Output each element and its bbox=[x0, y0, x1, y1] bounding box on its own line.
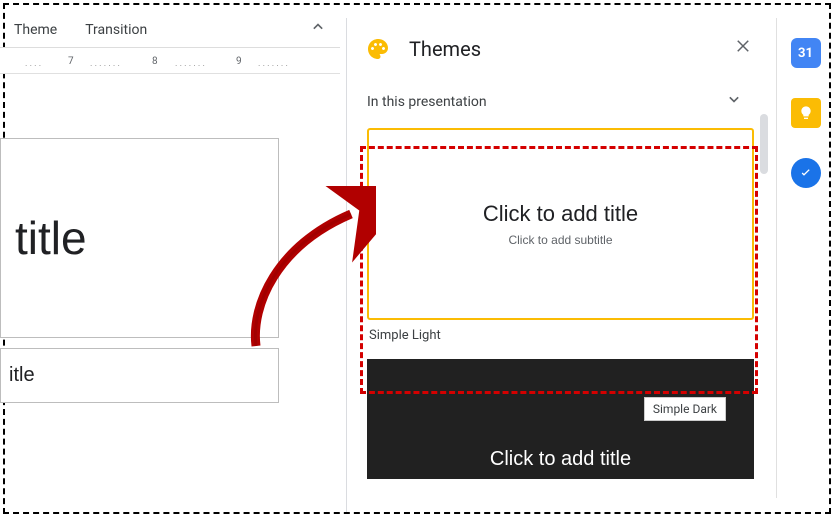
ruler-tick-label: 8 bbox=[152, 56, 158, 67]
calendar-icon[interactable]: 31 bbox=[791, 38, 821, 68]
theme-preview-subtitle: Click to add subtitle bbox=[508, 233, 612, 247]
theme-tooltip: Simple Dark bbox=[644, 397, 726, 421]
palette-icon bbox=[365, 36, 391, 62]
ruler-tick-label: 9 bbox=[236, 56, 242, 67]
themes-panel-header: Themes bbox=[347, 18, 774, 79]
slide-title-placeholder[interactable]: title bbox=[0, 138, 279, 338]
theme-name-label: Simple Light bbox=[367, 320, 754, 345]
side-rail: 31 bbox=[776, 18, 834, 498]
scrollbar-thumb[interactable] bbox=[760, 114, 768, 174]
theme-list: Click to add title Click to add subtitle… bbox=[347, 128, 774, 508]
theme-preview-title: Click to add title bbox=[490, 448, 631, 471]
horizontal-ruler: 7 8 9 · · · · · · · · · · · · · · · · · … bbox=[0, 48, 340, 74]
theme-preview: Simple Dark Click to add title bbox=[367, 359, 754, 479]
theme-card-simple-dark[interactable]: Simple Dark Click to add title bbox=[367, 359, 754, 479]
keep-icon[interactable] bbox=[791, 98, 821, 128]
themes-panel-title: Themes bbox=[409, 37, 481, 61]
theme-preview: Click to add title Click to add subtitle bbox=[367, 128, 754, 320]
themes-section-label: In this presentation bbox=[367, 94, 487, 110]
subtitle-text-fragment: itle bbox=[9, 364, 35, 387]
theme-preview-title: Click to add title bbox=[483, 201, 638, 227]
ruler-tick-label: 7 bbox=[68, 56, 74, 67]
collapse-chevron-icon[interactable] bbox=[308, 17, 328, 42]
title-text-fragment: title bbox=[15, 211, 87, 265]
themes-section-header[interactable]: In this presentation bbox=[347, 79, 774, 128]
themes-panel: Themes In this presentation Click to add… bbox=[346, 18, 774, 512]
chevron-down-icon[interactable] bbox=[724, 89, 744, 114]
theme-card-simple-light[interactable]: Click to add title Click to add subtitle… bbox=[367, 128, 754, 345]
menu-theme[interactable]: Theme bbox=[0, 16, 71, 44]
menu-bar: Theme Transition bbox=[0, 12, 340, 48]
close-icon[interactable] bbox=[730, 32, 756, 65]
slide-canvas[interactable]: title itle bbox=[0, 100, 285, 430]
tasks-icon[interactable] bbox=[791, 158, 821, 188]
menu-transition[interactable]: Transition bbox=[71, 16, 161, 44]
slide-subtitle-placeholder[interactable]: itle bbox=[0, 348, 279, 403]
